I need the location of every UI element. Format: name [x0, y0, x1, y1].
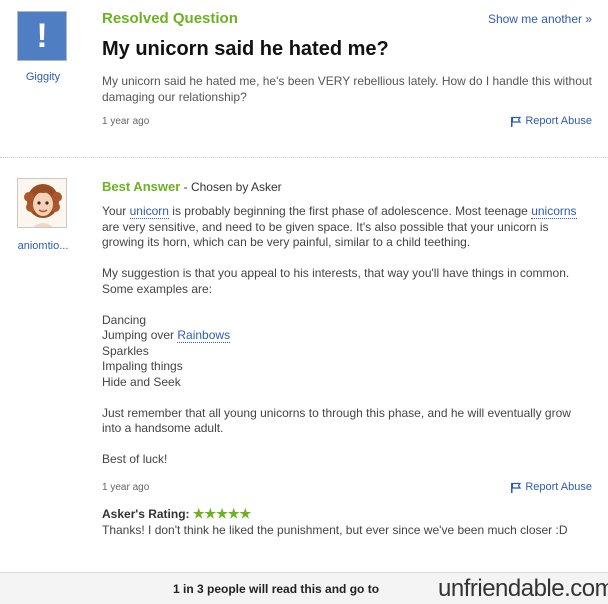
- best-answer-section: aniomtio... Best Answer - Chosen by Aske…: [0, 172, 608, 572]
- flag-icon: [511, 116, 522, 127]
- answer-paragraph-3: Just remember that all young unicorns to…: [102, 405, 571, 436]
- answer-paragraph-1: Your unicorn is probably beginning the f…: [102, 204, 582, 251]
- flag-icon: [511, 482, 522, 493]
- answer-paragraph-4: Best of luck!: [102, 452, 168, 466]
- list-item: Impaling things: [102, 359, 183, 373]
- best-answer-label: Best Answer: [102, 179, 181, 194]
- chosen-by-label: - Chosen by Asker: [180, 180, 282, 194]
- unfriendable-logo[interactable]: unfriendable.com: [438, 575, 608, 603]
- list-item: Hide and Seek: [102, 374, 181, 389]
- unicorn-link[interactable]: unicorn: [129, 204, 169, 219]
- askers-rating: Asker's Rating: ★★★★★: [102, 506, 251, 522]
- question-report-abuse-link[interactable]: Report Abuse: [510, 115, 592, 127]
- footer-text: 1 in 3 people will read this and go to: [173, 582, 380, 596]
- star-rating-icons: ★★★★★: [192, 506, 252, 521]
- question-section: ! Giggity Resolved Question Show me anot…: [0, 0, 608, 158]
- report-abuse-label: Report Abuse: [525, 481, 592, 493]
- interests-list: Dancing Jumping over Rainbows Sparkles I…: [102, 313, 582, 391]
- answer-report-abuse-link[interactable]: Report Abuse: [510, 481, 592, 493]
- report-abuse-label: Report Abuse: [525, 115, 592, 127]
- answerer-avatar[interactable]: [17, 178, 67, 228]
- answer-timestamp: 1 year ago: [102, 482, 150, 493]
- answerer-name[interactable]: aniomtio...: [10, 240, 76, 252]
- resolved-question-heading: Resolved Question: [102, 10, 238, 27]
- rainbows-link[interactable]: Rainbows: [177, 328, 231, 343]
- unicorns-link[interactable]: unicorns: [531, 204, 577, 219]
- list-item: Sparkles: [102, 343, 149, 358]
- show-another-link[interactable]: Show me another »: [488, 12, 592, 26]
- rating-label: Asker's Rating:: [102, 507, 193, 521]
- question-title: My unicorn said he hated me?: [102, 38, 389, 60]
- asker-avatar[interactable]: !: [17, 11, 67, 61]
- best-answer-heading: Best Answer - Chosen by Asker: [102, 179, 282, 194]
- asker-comment: Thanks! I don't think he liked the punis…: [102, 523, 568, 537]
- answer-text: is probably beginning the first phase of…: [168, 204, 532, 218]
- answer-text: Your: [102, 204, 130, 218]
- question-body: My unicorn said he hated me, he's been V…: [102, 74, 592, 104]
- answer-paragraph-2: My suggestion is that you appeal to his …: [102, 266, 570, 296]
- avatar-girl-icon: [18, 179, 66, 227]
- answer-text: are very sensitive, and need to be given…: [102, 219, 549, 250]
- list-item: Dancing: [102, 312, 147, 327]
- list-item: Jumping over: [102, 328, 178, 342]
- answer-body: Your unicorn is probably beginning the f…: [102, 204, 582, 483]
- exclamation-icon: !: [36, 17, 48, 55]
- asker-name[interactable]: Giggity: [14, 71, 72, 83]
- question-timestamp: 1 year ago: [102, 116, 150, 127]
- footer-bar: 1 in 3 people will read this and go to u…: [0, 572, 608, 604]
